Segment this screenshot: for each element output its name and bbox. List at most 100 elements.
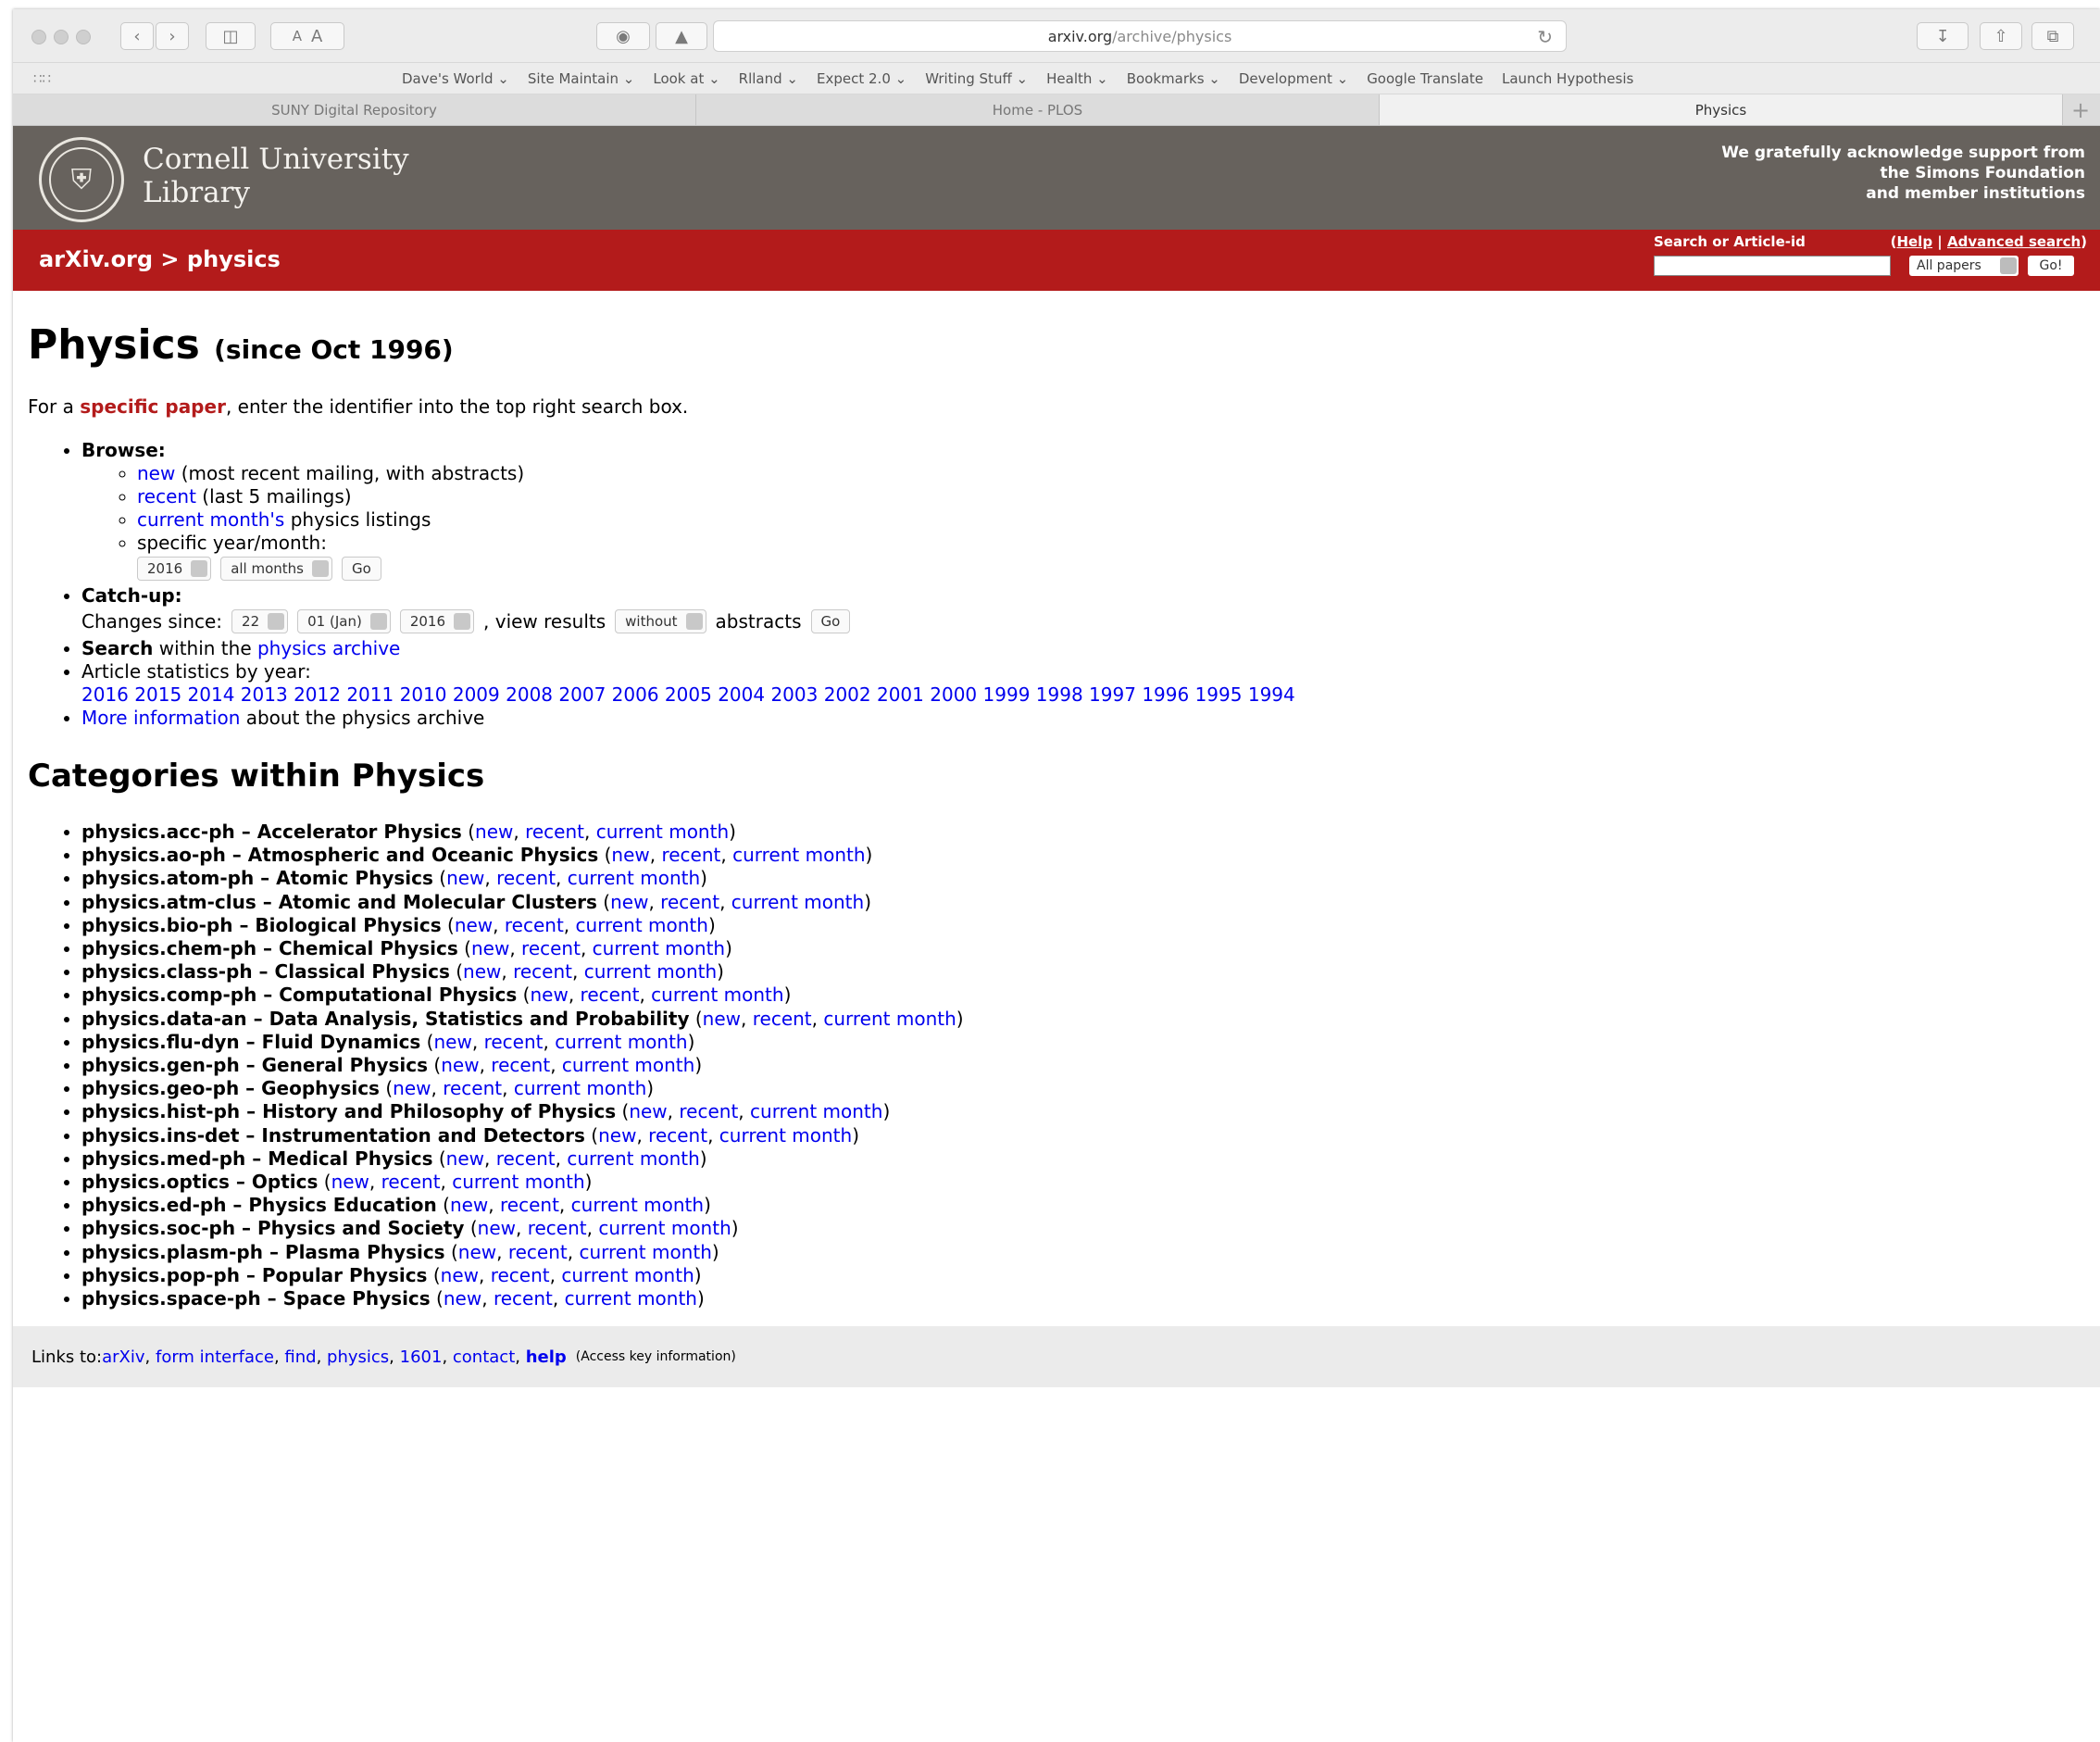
year-link[interactable]: 2001 xyxy=(877,683,924,706)
bookmark-item[interactable]: Health ⌄ xyxy=(1046,70,1108,87)
year-link[interactable]: 1994 xyxy=(1248,683,1295,706)
category-new-link[interactable]: new xyxy=(463,960,501,983)
category-current-month-link[interactable]: current month xyxy=(568,867,700,889)
year-link[interactable]: 2011 xyxy=(346,683,394,706)
footer-link-find[interactable]: find xyxy=(284,1347,316,1367)
extension-2-icon[interactable]: ▲ xyxy=(656,22,707,50)
category-new-link[interactable]: new xyxy=(478,1217,516,1239)
category-recent-link[interactable]: recent xyxy=(525,821,584,843)
year-link[interactable]: 2008 xyxy=(506,683,553,706)
category-new-link[interactable]: new xyxy=(471,937,509,959)
category-current-month-link[interactable]: current month xyxy=(565,1287,697,1310)
year-link[interactable]: 1997 xyxy=(1089,683,1136,706)
category-recent-link[interactable]: recent xyxy=(753,1008,812,1030)
category-new-link[interactable]: new xyxy=(446,1147,484,1170)
bookmark-item[interactable]: Look at ⌄ xyxy=(653,70,719,87)
breadcrumb-arxiv-link[interactable]: arXiv.org xyxy=(39,246,153,272)
bookmark-item[interactable]: Dave's World ⌄ xyxy=(402,70,509,87)
category-recent-link[interactable]: recent xyxy=(496,867,556,889)
category-current-month-link[interactable]: current month xyxy=(562,1054,694,1076)
bookmark-item[interactable]: Expect 2.0 ⌄ xyxy=(817,70,906,87)
category-recent-link[interactable]: recent xyxy=(500,1194,559,1216)
bookmark-item[interactable]: Bookmarks ⌄ xyxy=(1127,70,1220,87)
category-recent-link[interactable]: recent xyxy=(505,914,564,936)
category-new-link[interactable]: new xyxy=(444,1287,481,1310)
back-button[interactable]: ‹ xyxy=(120,22,154,50)
category-recent-link[interactable]: recent xyxy=(513,960,572,983)
category-recent-link[interactable]: recent xyxy=(521,937,581,959)
advanced-search-link[interactable]: Advanced search xyxy=(1947,233,2081,250)
bookmark-item[interactable]: Launch Hypothesis xyxy=(1502,70,1633,87)
category-new-link[interactable]: new xyxy=(331,1171,369,1193)
year-link[interactable]: 2004 xyxy=(718,683,765,706)
category-current-month-link[interactable]: current month xyxy=(732,844,865,866)
category-current-month-link[interactable]: current month xyxy=(571,1194,704,1216)
category-recent-link[interactable]: recent xyxy=(491,1054,550,1076)
access-key-info[interactable]: (Access key information) xyxy=(576,1349,736,1364)
catchup-month-select[interactable]: 01 (Jan) xyxy=(297,609,391,633)
close-window-button[interactable] xyxy=(31,30,46,44)
category-new-link[interactable]: new xyxy=(450,1194,488,1216)
text-size-button[interactable]: A A xyxy=(270,22,344,50)
category-current-month-link[interactable]: current month xyxy=(823,1008,956,1030)
category-current-month-link[interactable]: current month xyxy=(514,1077,646,1099)
category-new-link[interactable]: new xyxy=(611,844,649,866)
year-link[interactable]: 1998 xyxy=(1036,683,1083,706)
bookmark-item[interactable]: Development ⌄ xyxy=(1239,70,1348,87)
address-bar[interactable]: arxiv.org/archive/physics ↻ xyxy=(713,20,1567,52)
reload-icon[interactable]: ↻ xyxy=(1537,26,1553,48)
browse-recent-link[interactable]: recent xyxy=(137,485,196,508)
category-recent-link[interactable]: recent xyxy=(381,1171,441,1193)
year-select[interactable]: 2016 xyxy=(137,557,212,581)
help-link[interactable]: Help xyxy=(1896,233,1932,250)
extension-icon[interactable]: ◉ xyxy=(596,22,650,50)
category-recent-link[interactable]: recent xyxy=(660,891,719,913)
category-current-month-link[interactable]: current month xyxy=(584,960,717,983)
category-new-link[interactable]: new xyxy=(455,914,493,936)
category-current-month-link[interactable]: current month xyxy=(750,1100,882,1122)
bookmark-item[interactable]: Writing Stuff ⌄ xyxy=(925,70,1028,87)
tabs-overview-icon[interactable]: ⧉ xyxy=(2031,22,2074,50)
category-current-month-link[interactable]: current month xyxy=(651,984,783,1006)
search-input[interactable] xyxy=(1654,256,1891,276)
more-info-link[interactable]: More information xyxy=(81,707,240,729)
category-recent-link[interactable]: recent xyxy=(679,1100,738,1122)
zoom-window-button[interactable] xyxy=(76,30,91,44)
category-current-month-link[interactable]: current month xyxy=(719,1124,852,1147)
category-current-month-link[interactable]: current month xyxy=(579,1241,711,1263)
year-link[interactable]: 2013 xyxy=(241,683,288,706)
year-link[interactable]: 2014 xyxy=(188,683,235,706)
footer-link-arxiv[interactable]: arXiv xyxy=(102,1347,144,1367)
category-current-month-link[interactable]: current month xyxy=(555,1031,687,1053)
year-link[interactable]: 1995 xyxy=(1195,683,1243,706)
category-new-link[interactable]: new xyxy=(629,1100,667,1122)
forward-button[interactable]: › xyxy=(156,22,189,50)
year-link[interactable]: 2016 xyxy=(81,683,129,706)
cornell-seal-logo[interactable]: ⛨ xyxy=(39,137,124,222)
footer-link-form[interactable]: form interface xyxy=(156,1347,274,1367)
category-current-month-link[interactable]: current month xyxy=(598,1217,731,1239)
category-new-link[interactable]: new xyxy=(610,891,648,913)
year-link[interactable]: 1996 xyxy=(1142,683,1189,706)
text-larger-icon[interactable]: A xyxy=(311,27,322,46)
category-current-month-link[interactable]: current month xyxy=(576,914,708,936)
minimize-window-button[interactable] xyxy=(54,30,69,44)
category-recent-link[interactable]: recent xyxy=(484,1031,544,1053)
category-current-month-link[interactable]: current month xyxy=(561,1264,694,1286)
category-new-link[interactable]: new xyxy=(530,984,568,1006)
downloads-icon[interactable]: ↧ xyxy=(1917,22,1969,50)
year-link[interactable]: 2007 xyxy=(558,683,606,706)
abstracts-select[interactable]: without xyxy=(615,609,706,633)
category-recent-link[interactable]: recent xyxy=(494,1287,553,1310)
bookmark-item[interactable]: Site Maintain ⌄ xyxy=(528,70,634,87)
category-recent-link[interactable]: recent xyxy=(661,844,720,866)
category-new-link[interactable]: new xyxy=(441,1264,479,1286)
year-link[interactable]: 1999 xyxy=(983,683,1031,706)
category-current-month-link[interactable]: current month xyxy=(731,891,864,913)
category-new-link[interactable]: new xyxy=(703,1008,741,1030)
footer-link-physics[interactable]: physics xyxy=(327,1347,389,1367)
top-sites-grid-icon[interactable]: ∷∷ xyxy=(33,70,51,87)
category-recent-link[interactable]: recent xyxy=(528,1217,587,1239)
category-recent-link[interactable]: recent xyxy=(648,1124,707,1147)
tab-suny[interactable]: SUNY Digital Repository xyxy=(13,94,696,125)
